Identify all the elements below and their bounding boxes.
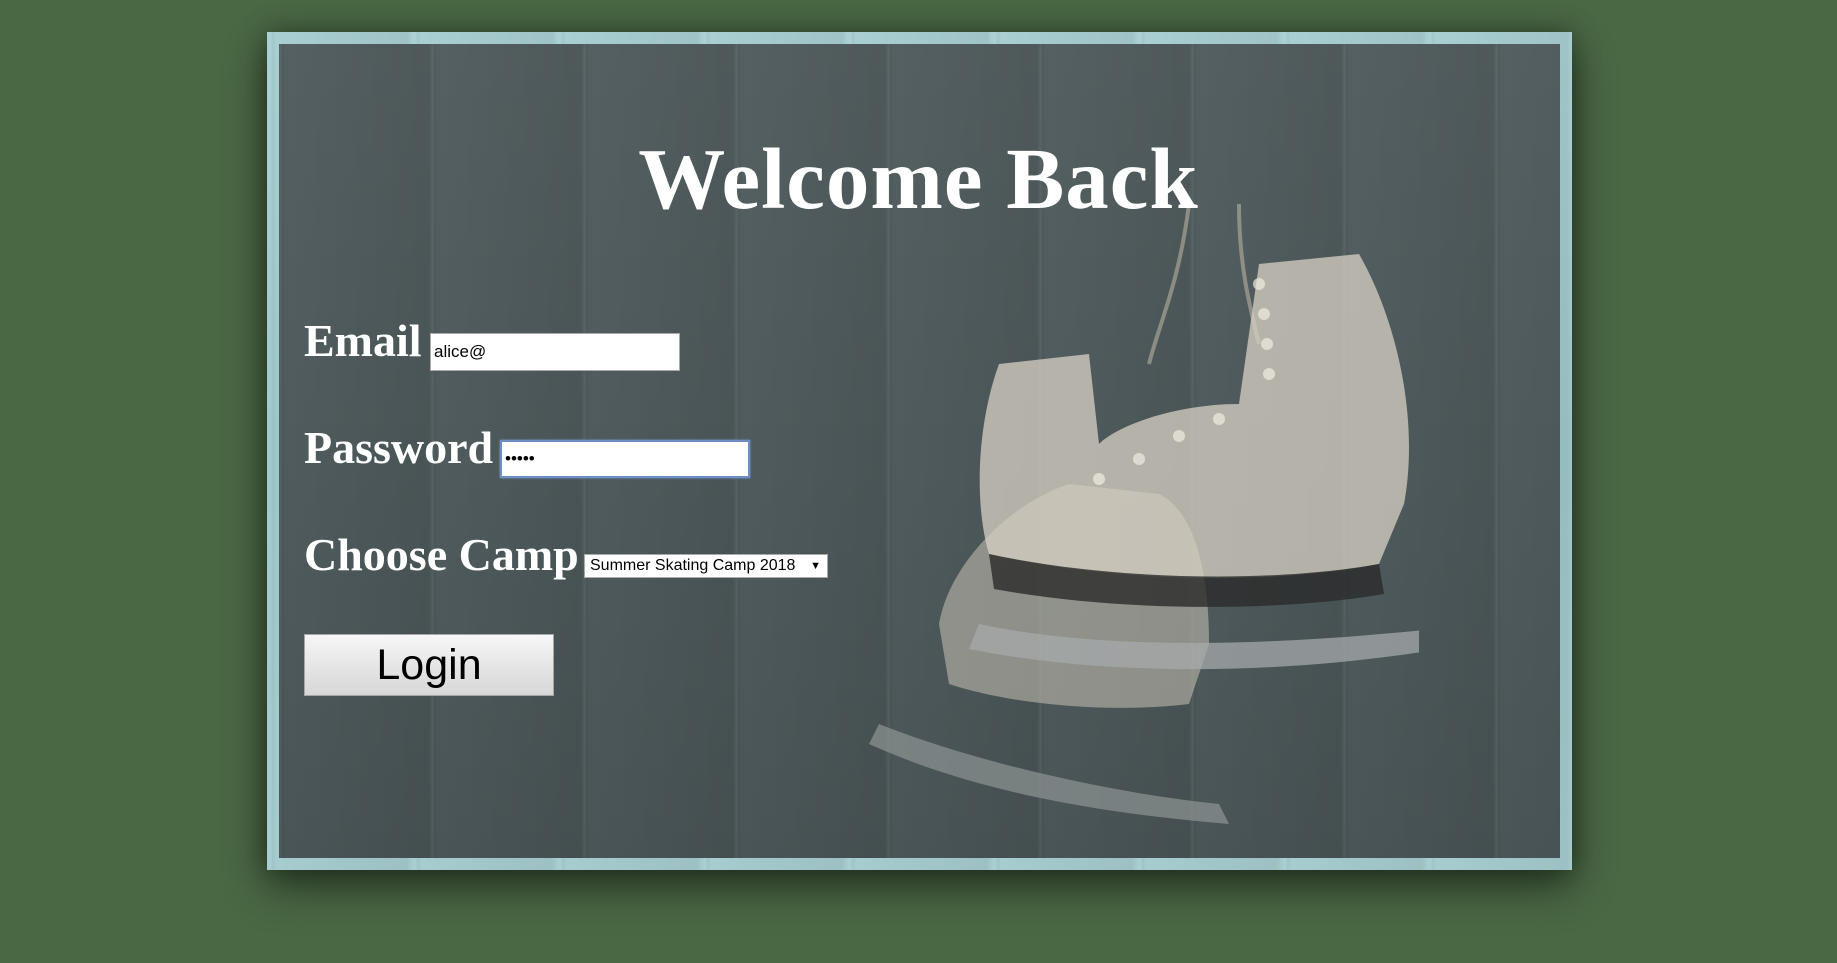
login-button[interactable]: Login xyxy=(304,634,554,696)
camp-select[interactable]: Summer Skating Camp 2018 ▼ xyxy=(584,554,828,578)
page-title: Welcome Back xyxy=(638,130,1199,227)
chevron-down-icon: ▼ xyxy=(810,560,821,572)
email-field[interactable] xyxy=(430,333,680,371)
camp-label: Choose Camp xyxy=(304,529,579,580)
email-label: Email xyxy=(304,315,422,366)
camp-select-value: Summer Skating Camp 2018 xyxy=(590,557,796,574)
ice-skates-image xyxy=(869,204,1419,824)
password-field[interactable] xyxy=(500,440,750,478)
password-label: Password xyxy=(304,422,494,473)
